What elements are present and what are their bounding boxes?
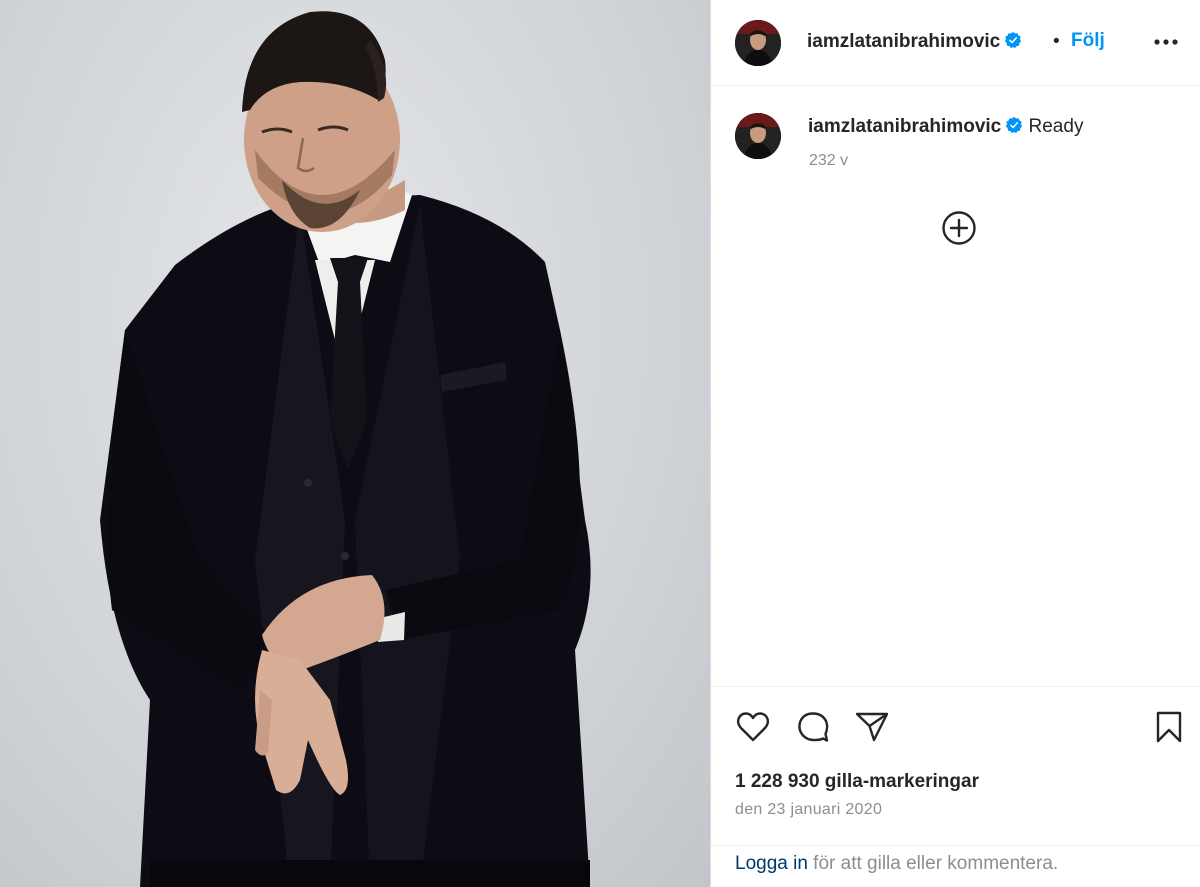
author-username-text[interactable]: iamzlatanibrahimovic	[807, 31, 1000, 52]
login-link[interactable]: Logga in	[735, 853, 808, 874]
heart-icon[interactable]	[735, 709, 771, 745]
author-username[interactable]: iamzlatanibrahimovic	[807, 31, 1022, 53]
caption-author-avatar[interactable]	[735, 113, 781, 159]
caption-avatar-image	[735, 113, 781, 159]
author-avatar[interactable]	[735, 20, 781, 66]
login-prompt-line: Logga in för att gilla eller kommentera.	[735, 853, 1058, 875]
post-photo[interactable]	[0, 0, 710, 887]
follow-button[interactable]: Följ	[1071, 30, 1105, 52]
like-glyph	[736, 712, 770, 742]
avatar-image	[735, 20, 781, 66]
caption-username[interactable]: iamzlatanibrahimovic	[808, 116, 1001, 137]
post-header: iamzlatanibrahimovic • Följ	[711, 0, 1200, 86]
caption-verified-badge-icon	[1006, 116, 1023, 134]
header-separator: •	[1053, 31, 1060, 52]
comment-bubble-icon[interactable]	[795, 709, 831, 745]
bookmark-icon[interactable]	[1151, 709, 1187, 745]
post-details-panel: iamzlatanibrahimovic • Följ iamzlatanibr…	[710, 0, 1200, 887]
plus-circle-icon[interactable]	[941, 210, 977, 246]
caption-body: Ready	[1028, 116, 1084, 137]
more-options-icon[interactable]	[1151, 30, 1181, 54]
save-glyph	[1156, 711, 1182, 743]
like-count[interactable]: 1 228 930 gilla-markeringar	[735, 771, 979, 793]
more-options-glyph	[1154, 39, 1178, 45]
load-more-comments-glyph	[942, 211, 976, 245]
login-prompt: Logga in för att gilla eller kommentera.	[711, 845, 1200, 887]
share-glyph	[855, 712, 889, 742]
login-prompt-text: för att gilla eller kommentera.	[807, 853, 1059, 874]
photo-illustration	[100, 11, 591, 887]
caption-age: 232 v	[809, 152, 849, 169]
verified-badge-icon	[1005, 31, 1022, 49]
post-date[interactable]: den 23 januari 2020	[735, 801, 882, 819]
caption-text-line: iamzlatanibrahimovic Ready	[808, 116, 1083, 138]
comment-glyph	[798, 712, 829, 742]
instagram-post: iamzlatanibrahimovic • Följ iamzlatanibr…	[0, 0, 1200, 887]
paper-plane-icon[interactable]	[854, 709, 890, 745]
